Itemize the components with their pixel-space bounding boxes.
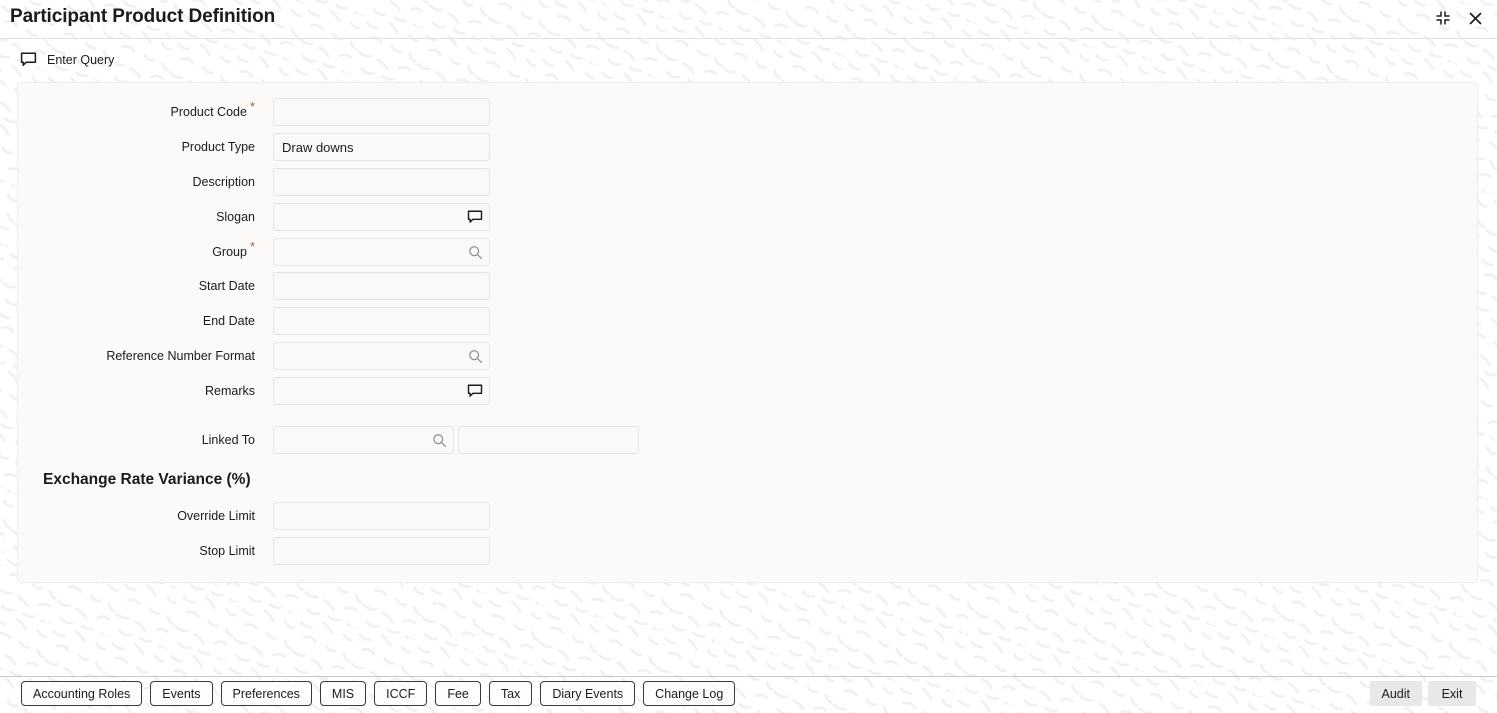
end-date-field[interactable] bbox=[273, 307, 490, 335]
slogan-input[interactable] bbox=[282, 204, 463, 230]
group-required-asterisk: * bbox=[249, 239, 255, 254]
reference-number-format-label: Reference Number Format bbox=[106, 349, 255, 363]
search-icon[interactable] bbox=[468, 349, 483, 364]
stop-limit-field[interactable] bbox=[273, 537, 490, 565]
search-icon[interactable] bbox=[432, 433, 447, 448]
start-date-label: Start Date bbox=[198, 279, 255, 293]
form-fields-layer: Product Code* Product Type Description Slog… bbox=[0, 0, 1497, 713]
end-date-label: End Date bbox=[202, 314, 255, 328]
product-type-input[interactable] bbox=[282, 134, 483, 160]
description-label: Description bbox=[192, 175, 255, 189]
remarks-input[interactable] bbox=[282, 378, 463, 404]
linked-to-field[interactable] bbox=[273, 426, 454, 454]
comment-icon[interactable] bbox=[467, 383, 483, 399]
remarks-label: Remarks bbox=[204, 384, 255, 398]
search-icon[interactable] bbox=[468, 245, 483, 260]
linked-to-input[interactable] bbox=[282, 427, 428, 453]
form.fields-extra-10-field[interactable] bbox=[458, 426, 639, 454]
reference-number-format-field[interactable] bbox=[273, 342, 490, 370]
product-code-label: Product Code * bbox=[170, 99, 256, 119]
remarks-field[interactable] bbox=[273, 377, 490, 405]
product-code-field[interactable] bbox=[273, 98, 490, 126]
stop-limit-input[interactable] bbox=[282, 538, 483, 564]
group-label: Group * bbox=[212, 239, 255, 259]
comment-icon[interactable] bbox=[467, 209, 483, 225]
linked-to-label: Linked To bbox=[201, 433, 255, 447]
product-type-field[interactable] bbox=[273, 133, 490, 161]
group-field[interactable] bbox=[273, 238, 490, 266]
description-field[interactable] bbox=[273, 168, 490, 196]
start-date-field[interactable] bbox=[273, 272, 490, 300]
override-limit-label: Override Limit bbox=[177, 509, 255, 523]
product-code-input[interactable] bbox=[282, 99, 483, 125]
form.fields-extra-10-input[interactable] bbox=[467, 427, 632, 453]
product-code-required-asterisk: * bbox=[249, 99, 255, 114]
override-limit-input[interactable] bbox=[282, 503, 483, 529]
product-type-label: Product Type bbox=[181, 140, 255, 154]
description-input[interactable] bbox=[282, 169, 483, 195]
override-limit-field[interactable] bbox=[273, 502, 490, 530]
start-date-input[interactable] bbox=[282, 273, 483, 299]
stop-limit-label: Stop Limit bbox=[199, 544, 255, 558]
end-date-input[interactable] bbox=[282, 308, 483, 334]
slogan-field[interactable] bbox=[273, 203, 490, 231]
slogan-label: Slogan bbox=[216, 210, 255, 224]
reference-number-format-input[interactable] bbox=[282, 343, 464, 369]
group-input[interactable] bbox=[282, 239, 464, 265]
